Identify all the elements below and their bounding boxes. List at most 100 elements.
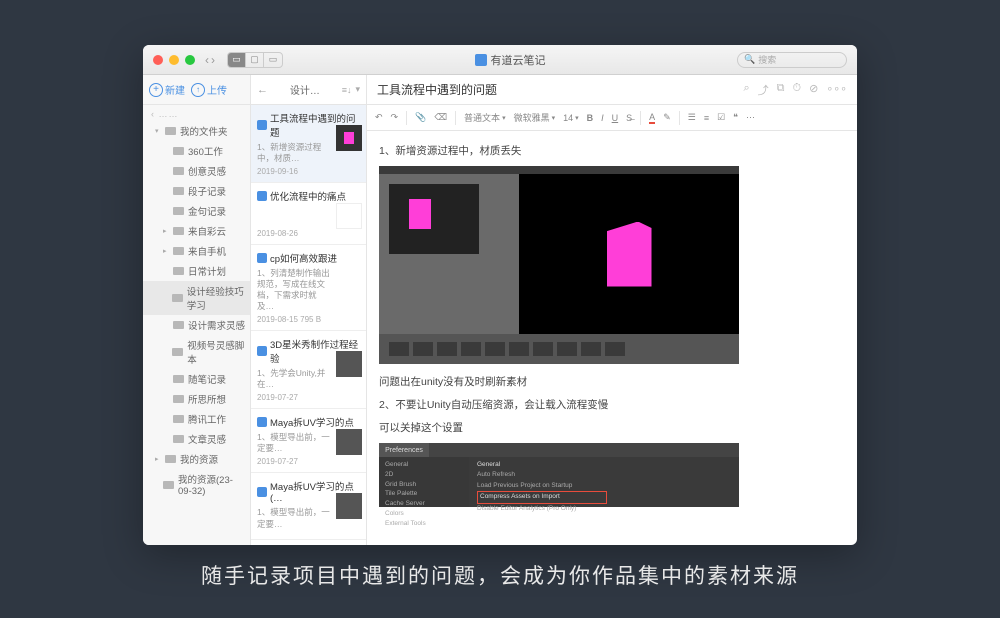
folder-item[interactable]: 360工作: [143, 141, 250, 161]
folder-item[interactable]: ▸来自手机: [143, 241, 250, 261]
attach-icon[interactable]: 📎: [415, 112, 426, 123]
folder-item[interactable]: ▸来自彩云: [143, 221, 250, 241]
note-item[interactable]: 优化流程中的痛点2019-08-26: [251, 183, 366, 245]
share-icon[interactable]: ⤴: [758, 82, 769, 98]
history-icon[interactable]: ⏱: [793, 82, 802, 98]
maximize-icon[interactable]: [185, 55, 195, 65]
folder-icon: [173, 375, 184, 383]
app-window: ‹ › ▭ ▢ ▭ 有道云笔记 🔍 搜索 + 新建 ↑: [143, 45, 857, 545]
highlight-button[interactable]: ✎: [663, 112, 671, 123]
folder-item[interactable]: 所思所想: [143, 389, 250, 409]
note-icon: [257, 253, 267, 263]
note-item[interactable]: Maya拆UV学习的点1、模型导出前，一定要…2019-07-27: [251, 409, 366, 473]
tag-icon[interactable]: ⊘: [809, 82, 818, 98]
folder-icon: [173, 247, 184, 255]
note-item[interactable]: cp如何高效跟进1、列清楚制作输出规范，写成在线文档，下需求时就及…2019-0…: [251, 245, 366, 331]
minimize-icon[interactable]: [169, 55, 179, 65]
folder-item[interactable]: 随笔记录: [143, 369, 250, 389]
editor-content[interactable]: 1、新增资源过程中，材质丢失 问题出在unity没有及时刷新素材 2、不要让Un…: [367, 131, 857, 545]
paragraph: 问题出在unity没有及时刷新素材: [379, 374, 845, 389]
note-item[interactable]: Maya拆UV学习的点(…1、模型导出前，一定要…: [251, 473, 366, 539]
search-input[interactable]: 🔍 搜索: [737, 52, 847, 68]
window-title: 有道云笔记: [289, 52, 731, 68]
redo-icon[interactable]: ↷: [391, 112, 399, 123]
font-select[interactable]: 微软雅黑: [514, 111, 556, 124]
chevron-right-icon: ▸: [163, 227, 169, 235]
view-icon[interactable]: ▾: [355, 84, 360, 95]
folder-resources[interactable]: ▸ 我的资源: [143, 449, 250, 469]
forward-icon[interactable]: ›: [211, 53, 215, 67]
notelist-title: 设计…: [272, 82, 338, 97]
folder-icon: [172, 348, 183, 356]
back-icon[interactable]: ‹: [205, 53, 209, 67]
italic-button[interactable]: I: [601, 113, 604, 123]
note-thumbnail: [336, 351, 362, 377]
note-icon: [257, 417, 267, 427]
folder-item[interactable]: 文章灵感: [143, 429, 250, 449]
folder-item[interactable]: 视频号灵感脚本: [143, 335, 250, 369]
sidebar-header: + 新建 ↑ 上传: [143, 75, 250, 105]
folder-item[interactable]: 创意灵感: [143, 161, 250, 181]
search-icon[interactable]: ⌕: [743, 82, 749, 98]
new-button[interactable]: + 新建: [149, 82, 185, 97]
format-icon[interactable]: ⌫: [434, 112, 447, 123]
text-color-button[interactable]: A: [649, 112, 655, 124]
note-thumbnail: [336, 493, 362, 519]
chevron-right-icon: ▸: [155, 455, 161, 463]
document-title[interactable]: 工具流程中遇到的问题: [377, 81, 735, 98]
folder-item[interactable]: 腾讯工作: [143, 409, 250, 429]
copy-icon[interactable]: ⧉: [777, 82, 785, 98]
note-thumbnail: [336, 429, 362, 455]
note-icon: [257, 120, 267, 130]
view-single-icon[interactable]: ▭: [264, 53, 282, 67]
more-icon[interactable]: ∘∘∘: [826, 82, 847, 98]
folder-item[interactable]: 金句记录: [143, 201, 250, 221]
sidebar-more: ‹ ……: [143, 105, 250, 121]
editor-toolbar: ↶ ↷ 📎 ⌫ 普通文本 微软雅黑 14 B I U S̶ A ✎ ☰ ≡ ☑: [367, 105, 857, 131]
folder-item[interactable]: 设计经验技巧学习: [143, 281, 250, 315]
undo-icon[interactable]: ↶: [375, 112, 383, 123]
folder-sidebar: + 新建 ↑ 上传 ‹ …… ▾ 我的文件夹 360工作创意灵感段子记录金句记录…: [143, 75, 251, 545]
upload-icon: ↑: [191, 83, 205, 97]
view-list-icon[interactable]: ▭: [228, 53, 246, 67]
note-thumbnail: [336, 125, 362, 151]
folder-icon: [173, 167, 184, 175]
folder-item[interactable]: 段子记录: [143, 181, 250, 201]
bullet-list-icon[interactable]: ☰: [688, 112, 696, 123]
app-icon: [475, 54, 487, 66]
back-icon[interactable]: ←: [257, 84, 268, 96]
view-switcher[interactable]: ▭ ▢ ▭: [227, 52, 283, 68]
number-list-icon[interactable]: ≡: [704, 113, 709, 123]
close-icon[interactable]: [153, 55, 163, 65]
folder-icon: [173, 321, 184, 329]
folder-icon: [165, 127, 176, 135]
folder-icon: [173, 267, 184, 275]
window-controls: [153, 55, 195, 65]
more-icon[interactable]: ⋯: [746, 112, 755, 123]
quote-icon[interactable]: ❝: [733, 112, 738, 123]
folder-tree: ▾ 我的文件夹 360工作创意灵感段子记录金句记录▸来自彩云▸来自手机日常计划设…: [143, 121, 250, 545]
notelist-header: ← 设计… ≡↓ ▾: [251, 75, 366, 105]
folder-item[interactable]: 我的资源(23-09-32): [143, 469, 250, 500]
embedded-screenshot: [379, 166, 739, 364]
paragraph: 可以关掉这个设置: [379, 420, 845, 435]
bold-button[interactable]: B: [587, 113, 594, 123]
note-item[interactable]: 工具流程中遇到的问题1、新增资源过程中，材质…2019-09-16: [251, 105, 366, 183]
sort-icon[interactable]: ≡↓: [342, 85, 352, 95]
folder-icon: [172, 294, 183, 302]
folder-item[interactable]: 日常计划: [143, 261, 250, 281]
folder-item[interactable]: 设计需求灵感: [143, 315, 250, 335]
checklist-icon[interactable]: ☑: [717, 112, 725, 123]
search-icon: 🔍: [744, 54, 755, 65]
upload-button[interactable]: ↑ 上传: [191, 82, 227, 97]
view-grid-icon[interactable]: ▢: [246, 53, 264, 67]
editor-panel: 工具流程中遇到的问题 ⌕ ⤴ ⧉ ⏱ ⊘ ∘∘∘ ↶ ↷ 📎 ⌫ 普通文本 微软…: [367, 75, 857, 545]
editor-header: 工具流程中遇到的问题 ⌕ ⤴ ⧉ ⏱ ⊘ ∘∘∘: [367, 75, 857, 105]
size-select[interactable]: 14: [563, 113, 579, 123]
strike-button[interactable]: S̶: [626, 113, 632, 123]
note-item[interactable]: 3D星米秀制作过程经验1、先学会Unity,并在…2019-07-27: [251, 331, 366, 409]
underline-button[interactable]: U: [612, 113, 619, 123]
folder-root[interactable]: ▾ 我的文件夹: [143, 121, 250, 141]
note-list-panel: ← 设计… ≡↓ ▾ 工具流程中遇到的问题1、新增资源过程中，材质…2019-0…: [251, 75, 367, 545]
format-select[interactable]: 普通文本: [464, 111, 506, 124]
